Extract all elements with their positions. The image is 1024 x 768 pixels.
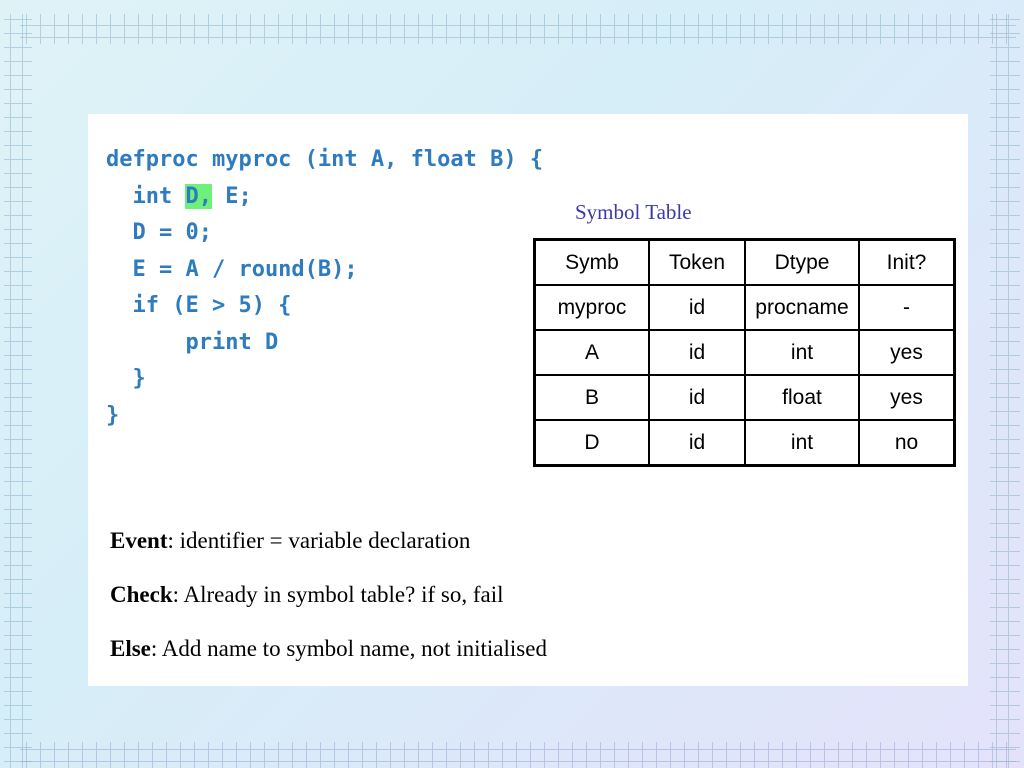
symbol-table-title: Symbol Table [575, 200, 692, 224]
note-text-else: : Add name to symbol name, not initialis… [150, 636, 547, 661]
notes-block: Event: identifier = variable declaration… [110, 526, 547, 688]
code-block: defproc myproc (int A, float B) { int D,… [106, 142, 543, 434]
header-init: Init? [858, 238, 956, 286]
border-bottom [20, 742, 1016, 768]
header-symb: Symb [533, 238, 650, 286]
header-dtype: Dtype [744, 238, 860, 286]
table-row: B id float yes [533, 374, 956, 421]
cell-token: id [648, 419, 746, 467]
code-line-7: } [106, 366, 146, 391]
code-line-6: print D [106, 329, 279, 355]
border-top [20, 14, 1016, 44]
table-header-row: Symb Token Dtype Init? [533, 238, 956, 286]
code-line-8: } [106, 402, 120, 428]
note-text-event: : identifier = variable declaration [167, 528, 471, 553]
code-line-2-pre: int [106, 183, 186, 209]
note-label-check: Check [110, 582, 173, 607]
header-token: Token [648, 238, 746, 286]
symbol-table: Symb Token Dtype Init? myproc id procnam… [533, 238, 956, 467]
cell-token: id [648, 374, 746, 421]
cell-dtype: procname [744, 284, 860, 331]
code-highlight-d: D, [185, 183, 212, 209]
table-row: A id int yes [533, 329, 956, 376]
cell-init: no [858, 419, 956, 467]
cell-token: id [648, 284, 746, 331]
cell-dtype: float [744, 374, 860, 421]
code-line-5: if (E > 5) { [106, 293, 292, 318]
border-right [990, 14, 1020, 768]
code-line-2-post: E; [211, 183, 252, 209]
cell-init: - [858, 284, 956, 331]
cell-symb: B [533, 374, 650, 421]
cell-symb: myproc [533, 284, 650, 331]
code-line-3: D = 0; [106, 220, 212, 245]
note-else: Else: Add name to symbol name, not initi… [110, 634, 547, 688]
cell-dtype: int [744, 419, 860, 467]
border-left [4, 14, 32, 768]
cell-init: yes [858, 329, 956, 376]
cell-symb: D [533, 419, 650, 467]
cell-symb: A [533, 329, 650, 376]
table-row: D id int no [533, 419, 956, 467]
note-check: Check: Already in symbol table? if so, f… [110, 580, 547, 634]
slide-content: defproc myproc (int A, float B) { int D,… [88, 114, 968, 686]
cell-dtype: int [744, 329, 860, 376]
note-text-check: : Already in symbol table? if so, fail [172, 582, 504, 607]
note-label-event: Event [110, 528, 168, 553]
note-event: Event: identifier = variable declaration [110, 526, 547, 580]
table-row: myproc id procname - [533, 284, 956, 331]
cell-init: yes [858, 374, 956, 421]
note-label-else: Else [110, 636, 151, 661]
cell-token: id [648, 329, 746, 376]
code-line-4: E = A / round(B); [106, 256, 358, 282]
code-line-1: defproc myproc (int A, float B) { [106, 147, 544, 172]
